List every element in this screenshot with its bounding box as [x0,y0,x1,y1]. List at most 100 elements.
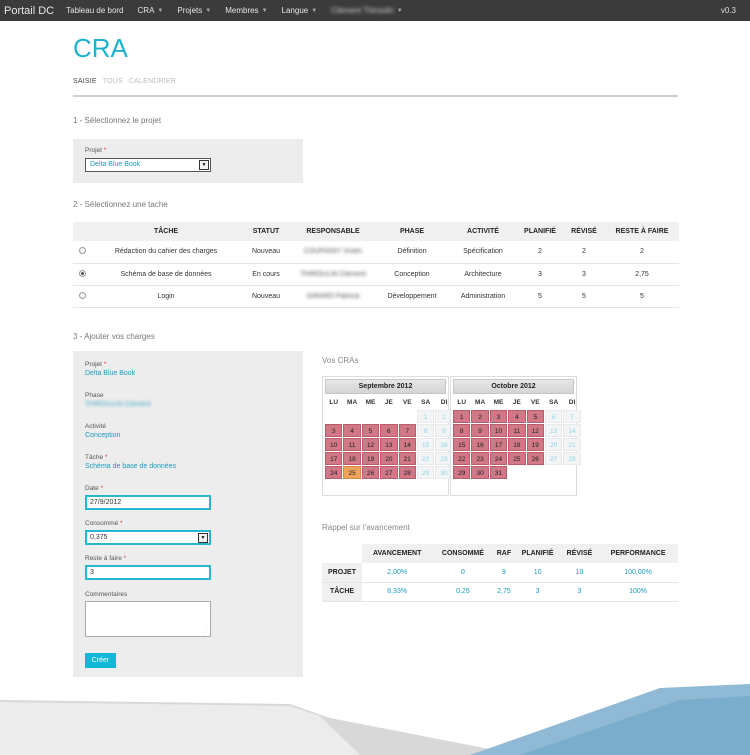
col-responsable: RESPONSABLE [291,222,375,241]
calendar-day[interactable]: 24 [325,466,343,479]
step3-heading: 3 - Ajouter vos charges [73,332,155,341]
dropdown-arrow-icon[interactable]: ▼ [198,533,208,543]
calendar-day[interactable]: 18 [343,452,361,465]
calendar-day[interactable]: 9 [471,424,489,437]
calendar-day[interactable]: 7 [398,424,416,437]
table-row[interactable]: Rédaction du cahier des charges Nouveau … [73,241,679,264]
calendar-day[interactable]: 10 [489,424,508,437]
calendar-day[interactable]: 11 [508,424,526,437]
nav-tableau-de-bord[interactable]: Tableau de bord [66,6,123,15]
calendar-day[interactable]: 4 [343,424,361,437]
task-radio-selected[interactable] [78,269,86,277]
calendar-day[interactable]: 4 [508,410,526,423]
calendar-day[interactable]: 7 [563,410,581,423]
task-owner: COUPIGNY Vivien [291,241,375,264]
nav-langue[interactable]: Langue ▼ [282,6,318,15]
calendar-empty-cell [325,410,342,423]
tab-saisie[interactable]: SAISIE [73,78,97,85]
calendar-day[interactable]: 13 [544,424,563,437]
tab-calendrier[interactable]: CALENDRIER [129,78,176,85]
calendar-day[interactable]: 25 [508,452,526,465]
calendar-day[interactable]: 20 [544,438,563,451]
create-button[interactable]: Créer [85,653,116,668]
calendar-day[interactable]: 6 [544,410,563,423]
commentaires-textarea[interactable]: ⋰ [85,601,211,637]
calendar-day[interactable]: 1 [453,410,471,423]
calendar-day[interactable]: 22 [416,452,435,465]
calendar-day[interactable]: 20 [380,452,398,465]
calendar-day[interactable]: 11 [343,438,361,451]
tab-tous[interactable]: TOUS [103,78,123,85]
calendar-day[interactable]: 25 [343,466,361,479]
table-row[interactable]: Login Nouveau GIRARD Patricia Développem… [73,285,679,308]
calendar-day[interactable]: 28 [398,466,416,479]
calendar-day[interactable]: 3 [489,410,508,423]
calendar-day[interactable]: 29 [453,466,471,479]
task-remaining: 5 [605,285,679,308]
nav-cra[interactable]: CRA ▼ [138,6,164,15]
calendar-day[interactable]: 5 [361,424,380,437]
calendar-day[interactable]: 31 [489,466,508,479]
calendar-day[interactable]: 27 [544,452,563,465]
date-input[interactable]: 27/9/2012 [85,495,211,510]
consomme-select[interactable]: 0,375 ▼ [85,530,211,545]
chevron-down-icon: ▼ [311,7,318,14]
dropdown-arrow-icon[interactable]: ▼ [199,160,209,170]
consomme-label: Consommé * [85,520,211,527]
calendar-day[interactable]: 22 [453,452,471,465]
calendar-day[interactable]: 6 [380,424,398,437]
phase-label: Phase [85,392,104,399]
calendar-day[interactable]: 24 [489,452,508,465]
calendar-day[interactable]: 16 [471,438,489,451]
resize-grip-icon[interactable]: ⋰ [203,628,208,634]
calendar-day[interactable]: 12 [361,438,380,451]
chevron-down-icon: ▼ [396,7,403,14]
task-radio[interactable] [78,291,86,299]
calendar-day[interactable]: 23 [471,452,489,465]
table-row: PROJET 2,00% 0 9 10 10 100,00% [322,563,678,583]
progress-header-row: AVANCEMENT CONSOMMÉ RAF PLANIFIÉ RÉVISÉ … [322,544,678,563]
brand-logo[interactable]: Portail DC [4,5,54,17]
calendar-day[interactable]: 8 [453,424,471,437]
calendar-day[interactable]: 19 [361,452,380,465]
activite-value: Conception [85,432,121,439]
task-phase: Développement [375,285,449,308]
calendar-day[interactable]: 3 [325,424,343,437]
calendar-day[interactable]: 17 [325,452,343,465]
calendar-day[interactable]: 28 [563,452,581,465]
calendar-day[interactable]: 21 [398,452,416,465]
calendar-day[interactable]: 21 [563,438,581,451]
calendar-day[interactable]: 30 [471,466,489,479]
step1-heading: 1 - Sélectionnez le projet [73,116,162,125]
calendar-day[interactable]: 29 [416,466,435,479]
task-radio[interactable] [78,247,86,255]
calendar-day[interactable]: 13 [380,438,398,451]
calendar-day[interactable]: 26 [526,452,544,465]
calendar-day[interactable]: 18 [508,438,526,451]
calendar-day[interactable]: 19 [526,438,544,451]
calendar-day[interactable]: 8 [416,424,435,437]
project-select[interactable]: Delta Blue Book ▼ [85,158,211,172]
calendar-day[interactable]: 27 [380,466,398,479]
nav-user-menu[interactable]: Clément Thiroulin ▼ [331,6,403,15]
nav-projets[interactable]: Projets ▼ [177,6,211,15]
calendar-day[interactable]: 1 [416,410,435,423]
table-row[interactable]: Schéma de base de données En cours THIRO… [73,263,679,286]
projet-field: Projet * Delta Blue Book [85,361,135,377]
nav-membres[interactable]: Membres ▼ [225,6,267,15]
weekday-header: MA [475,399,486,406]
calendar-day[interactable]: 14 [563,424,581,437]
calendar-day[interactable]: 10 [325,438,343,451]
calendar-day[interactable]: 2 [471,410,489,423]
calendar-day[interactable]: 15 [416,438,435,451]
calendar-day[interactable]: 14 [398,438,416,451]
calendar-empty-cell [527,466,544,479]
calendar-day[interactable]: 5 [526,410,544,423]
calendar-day[interactable]: 15 [453,438,471,451]
calendar-day[interactable]: 26 [361,466,380,479]
reste-label-text: Reste à faire [85,555,122,562]
calendar-day[interactable]: 17 [489,438,508,451]
calendar-day[interactable]: 12 [526,424,544,437]
reste-input[interactable]: 3 [85,565,211,580]
weekday-header: VE [402,399,412,406]
